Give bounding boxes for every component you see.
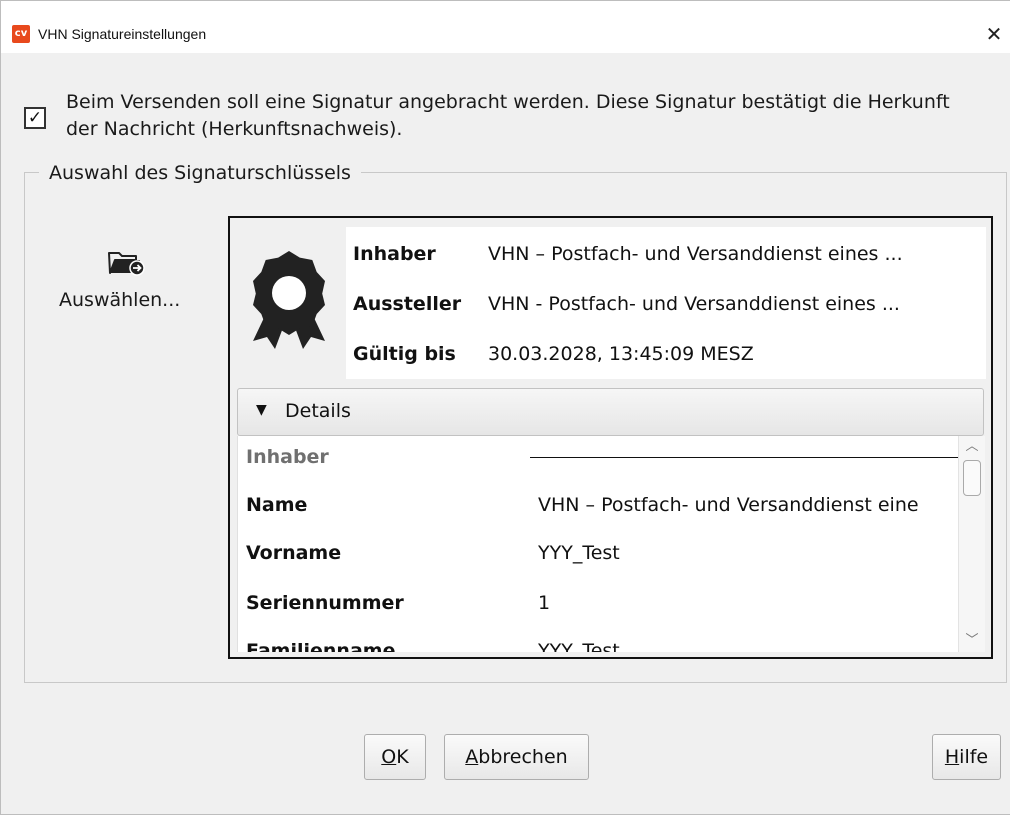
signature-checkbox-label[interactable]: Beim Versenden soll eine Signatur angebr… <box>66 89 966 143</box>
details-list: Inhaber Name VHN – Postfach- und Versand… <box>237 436 985 652</box>
key-selection-legend: Auswahl des Signaturschlüssels <box>39 162 361 184</box>
holder-label: Inhaber <box>353 243 436 265</box>
details-key: Familienname <box>246 640 396 652</box>
award-icon <box>253 251 325 349</box>
issuer-value: VHN - Postfach- und Versanddienst eines … <box>488 293 900 315</box>
details-value: YYY_Test <box>538 640 620 652</box>
issuer-label: Aussteller <box>353 293 462 315</box>
help-label-rest: ilfe <box>959 746 989 768</box>
cancel-button[interactable]: Abbrechen <box>444 734 589 780</box>
scroll-up-icon[interactable]: ︿ <box>959 438 985 456</box>
valid-until-value: 30.03.2028, 13:45:09 MESZ <box>488 343 754 365</box>
cancel-label-rest: bbrechen <box>478 746 568 768</box>
scroll-down-icon[interactable]: ﹀ <box>959 632 985 650</box>
ok-mnemonic: O <box>381 746 397 768</box>
details-key: Name <box>246 494 308 516</box>
details-scrollbar[interactable]: ︿ ﹀ <box>958 436 985 652</box>
details-key: Vorname <box>246 542 342 564</box>
details-toggle-label[interactable]: Details <box>285 400 351 422</box>
cancel-mnemonic: A <box>465 746 479 768</box>
valid-until-label: Gültig bis <box>353 343 456 365</box>
close-icon[interactable]: ✕ <box>977 19 1010 49</box>
folder-open-arrow-icon[interactable] <box>106 247 146 277</box>
signature-checkbox[interactable]: ✓ <box>24 107 46 129</box>
ok-label-rest: K <box>396 746 409 768</box>
select-key-button[interactable]: Auswählen... <box>59 289 180 311</box>
dialog-window: cv VHN Signatureinstellungen ✕ ✓ Beim Ve… <box>0 0 1010 815</box>
details-section-header: Inhaber <box>246 446 329 468</box>
details-value: YYY_Test <box>538 542 620 564</box>
details-value: 1 <box>538 592 551 614</box>
ok-button[interactable]: OK <box>364 734 426 780</box>
scroll-thumb[interactable] <box>963 460 981 496</box>
help-button[interactable]: Hilfe <box>932 734 1001 780</box>
window-title: VHN Signatureinstellungen <box>38 26 207 42</box>
app-icon: cv <box>12 25 30 43</box>
details-key: Seriennummer <box>246 592 404 614</box>
section-divider <box>530 457 960 458</box>
title-bar: cv VHN Signatureinstellungen ✕ <box>1 1 1010 53</box>
help-mnemonic: H <box>944 746 960 768</box>
holder-value: VHN – Postfach- und Versanddienst eines … <box>488 243 903 265</box>
chevron-down-icon[interactable]: ▼ <box>256 402 267 418</box>
details-value: VHN – Postfach- und Versanddienst eine <box>538 494 919 516</box>
